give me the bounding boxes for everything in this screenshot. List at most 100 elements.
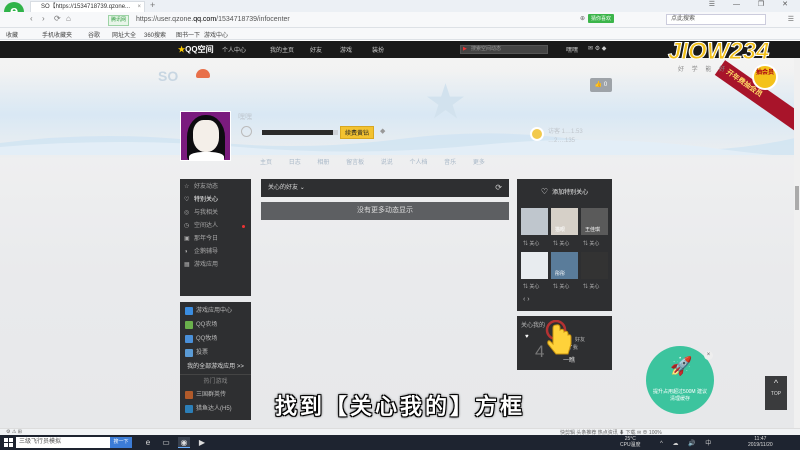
promo-badge[interactable]: 抽会员 <box>752 64 778 90</box>
extension-badge[interactable]: 猜你喜欢 <box>588 14 615 23</box>
care-toggle[interactable]: ⇅ 关心 <box>553 283 569 290</box>
subnav-guestbook[interactable]: 留言板 <box>346 160 364 166</box>
close-icon[interactable]: × <box>704 351 713 360</box>
sidebar-item-this-day[interactable]: ▣ 那年今日 <box>180 233 251 246</box>
qzone-user-name[interactable]: 嘿嘿 <box>566 45 578 54</box>
subnav-album[interactable]: 相册 <box>317 160 329 166</box>
browser-tab[interactable]: SO【https://1534718739.qzone... × <box>30 1 145 12</box>
app-item[interactable]: 投票 <box>180 346 251 360</box>
sidebar-item-tutoring[interactable]: ◑ 企鹅辅导 <box>180 246 251 259</box>
sidebar-item-space-expert[interactable]: ◷ 空间达人 <box>180 220 251 233</box>
bookmark-item[interactable]: 360搜索 <box>144 30 166 39</box>
vote-icon <box>185 349 193 357</box>
url-suffix: /1534718739/infocenter <box>216 16 290 23</box>
qzone-logo[interactable]: ★QQ空间 <box>178 44 214 55</box>
vip-progress <box>262 130 338 135</box>
app-label: 投票 <box>196 350 209 356</box>
subnav-home[interactable]: 主页 <box>260 160 272 166</box>
taskbar-search-input[interactable]: 三级飞行员模拟 <box>16 437 110 448</box>
feed-filter-dropdown[interactable]: 关心的好友 ⌄ <box>268 185 305 191</box>
like-button[interactable]: 👍 0 <box>590 78 612 92</box>
secure-badge[interactable]: 腾讯网 <box>108 15 130 26</box>
subnav-more[interactable]: 更多 <box>473 160 485 166</box>
back-icon[interactable]: ‹ <box>30 14 33 23</box>
diamond-icon[interactable]: ◆ <box>380 127 385 135</box>
subnav-profile[interactable]: 个人档 <box>409 160 427 166</box>
refresh-icon[interactable]: ⟳ <box>495 179 502 197</box>
nav-friends[interactable]: 好友 <box>310 45 322 54</box>
add-special-care-button[interactable]: ♡ 添加特别关心 <box>517 179 612 203</box>
friend-avatar[interactable] <box>581 252 608 279</box>
edge-icon[interactable]: e <box>142 437 154 448</box>
visitor-icon[interactable] <box>530 127 544 141</box>
new-tab-button[interactable]: + <box>150 0 155 11</box>
carousel-arrows[interactable]: ‹ › <box>523 296 530 303</box>
care-toggle[interactable]: ⇅ 关心 <box>553 240 569 247</box>
visitor-line: 访客 1…1.53 <box>548 129 583 135</box>
subnav-moments[interactable]: 说说 <box>381 160 393 166</box>
bookmark-item[interactable]: 网址大全 <box>112 30 136 39</box>
bookmark-item[interactable]: 谷歌 <box>88 30 100 39</box>
sidebar-item-game-apps[interactable]: ▦ 游戏应用 <box>180 259 251 272</box>
app-label: 游戏应用中心 <box>196 308 233 314</box>
sidebar-item-friend-feed[interactable]: ☆ 好友动态 <box>180 181 251 194</box>
site-icon[interactable]: ⊕ <box>580 15 585 22</box>
cpu-temp-label: CPU温度 <box>620 442 641 448</box>
browser-taskbar-icon[interactable]: ◉ <box>178 437 190 448</box>
friend-avatar[interactable]: 王佳琪 <box>581 208 608 235</box>
nav-my-home[interactable]: 我的主页 <box>270 45 294 54</box>
heart-icon: ♥ <box>525 334 529 340</box>
avatar[interactable] <box>180 111 231 161</box>
care-toggle[interactable]: ⇅ 关心 <box>583 283 599 290</box>
nav-games[interactable]: 游戏 <box>340 45 352 54</box>
friend-avatar[interactable]: 猫眼 <box>551 208 578 235</box>
bookmark-item[interactable]: 收藏 <box>6 30 18 39</box>
file-explorer-icon[interactable]: ▭ <box>160 437 172 448</box>
clock[interactable]: 11:47 2019/11/20 <box>748 436 773 448</box>
cpu-temp[interactable]: 25°C CPU温度 <box>620 436 641 448</box>
forward-icon[interactable]: › <box>42 14 45 23</box>
star-icon: ★ <box>424 76 468 129</box>
bookmark-item[interactable]: 手机收藏夹 <box>42 30 72 39</box>
bookmark-item[interactable]: 图书一下 <box>176 30 200 39</box>
media-icon[interactable]: ▶ <box>196 437 208 448</box>
app-item[interactable]: QQ牧场 <box>180 332 251 346</box>
app-item[interactable]: 游戏应用中心 <box>180 304 251 318</box>
home-icon[interactable]: ⌂ <box>66 14 71 23</box>
browser-menu-icon[interactable]: ☰ <box>788 15 794 23</box>
care-toggle[interactable]: ⇅ 关心 <box>523 283 539 290</box>
address-bar: ‹ › ⟳ ⌂ 腾讯网 https://user.qzone.qq.com/15… <box>0 12 800 28</box>
url-field[interactable]: https://user.qzone.qq.com/1534718739/inf… <box>136 14 290 26</box>
care-label: 关心 <box>589 241 600 247</box>
windows-start-icon[interactable] <box>4 438 13 447</box>
scrollbar-thumb[interactable] <box>795 186 799 210</box>
friend-avatar[interactable] <box>521 252 548 279</box>
farm-icon <box>185 321 193 329</box>
pointer-hand-icon <box>545 320 572 355</box>
qzone-user-icons[interactable]: ✉ ⚙ ◆ <box>588 45 606 52</box>
renew-vip-button[interactable]: 续费黄钻 <box>340 126 375 139</box>
sidebar-item-special-care[interactable]: ♡ 特别关心 <box>180 194 251 207</box>
care-toggle[interactable]: ⇅ 关心 <box>523 240 539 247</box>
friend-avatar[interactable] <box>521 208 548 235</box>
care-toggle[interactable]: ⇅ 关心 <box>583 240 599 247</box>
vertical-scrollbar[interactable] <box>794 58 800 428</box>
window-controls[interactable]: ☰ — ❐ ✕ <box>709 0 796 8</box>
sidebar-item-related[interactable]: ◎ 与我相关 <box>180 207 251 220</box>
system-tray[interactable]: ^ ☁ 🔊 中 <box>660 438 715 447</box>
nav-decorate[interactable]: 装扮 <box>372 45 384 54</box>
browser-search-input[interactable]: 点此搜索 <box>666 14 766 25</box>
subnav-music[interactable]: 音乐 <box>444 160 456 166</box>
friend-avatar[interactable]: 彤彤 <box>551 252 578 279</box>
all-apps-link[interactable]: 我的全部游戏应用 >> <box>180 360 251 374</box>
nav-personal-center[interactable]: 个人中心 <box>222 45 246 54</box>
tab-close-icon[interactable]: × <box>137 2 141 12</box>
bookmark-item[interactable]: 游戏中心 <box>204 30 228 39</box>
subnav-blog[interactable]: 日志 <box>289 160 301 166</box>
tutor-icon: ◑ <box>184 249 188 255</box>
ranch-icon <box>185 335 193 343</box>
qzone-search-input[interactable]: 搜索空间动态 <box>460 45 548 54</box>
app-item[interactable]: QQ农场 <box>180 318 251 332</box>
refresh-icon[interactable]: ⟳ <box>54 14 61 23</box>
taskbar-search-button[interactable]: 搜一下 <box>110 437 132 448</box>
